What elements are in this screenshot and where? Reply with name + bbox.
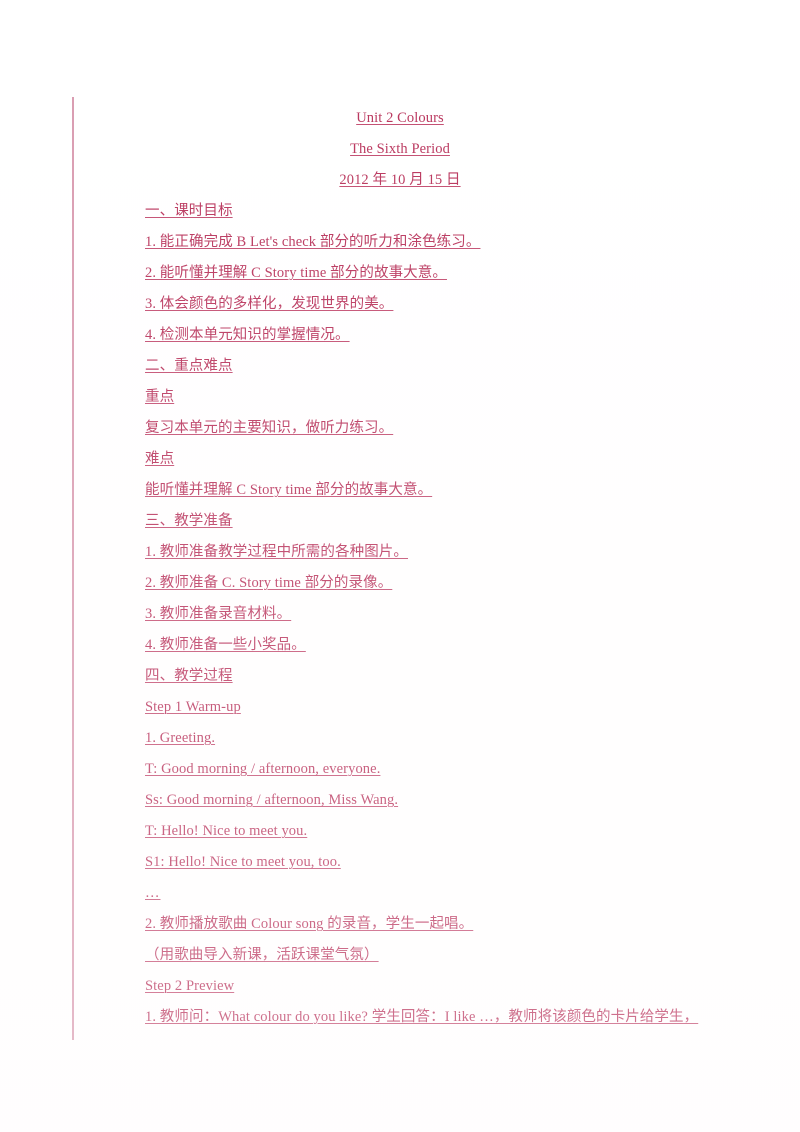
objective-item-2: 2. 能听懂并理解 C Story time 部分的故事大意。	[145, 258, 785, 289]
step-1-heading: Step 1 Warm-up	[145, 692, 785, 723]
preparation-item-1-text: 1. 教师准备教学过程中所需的各种图片。	[145, 544, 408, 560]
dialogue-students-greeting-text: Ss: Good morning / afternoon, Miss Wang.	[145, 792, 399, 808]
preparation-item-3: 3. 教师准备录音材料。	[145, 599, 785, 630]
dialogue-teacher-greeting-text: T: Good morning / afternoon, everyone.	[145, 761, 381, 777]
objective-item-4: 4. 检测本单元知识的掌握情况。	[145, 320, 785, 351]
key-point-body: 复习本单元的主要知识，做听力练习。	[145, 413, 785, 444]
objective-item-2-text: 2. 能听懂并理解 C Story time 部分的故事大意。	[145, 265, 447, 281]
preparation-item-1: 1. 教师准备教学过程中所需的各种图片。	[145, 537, 785, 568]
step-2-item-1-text: 1. 教师问：What colour do you like? 学生回答：I l…	[145, 1009, 699, 1025]
dialogue-student-nice-to-meet-text: S1: Hello! Nice to meet you, too.	[145, 854, 341, 870]
subheading-difficult-point: 难点	[145, 444, 785, 475]
step-1-note: （用歌曲导入新课，活跃课堂气氛）	[145, 940, 785, 971]
step-2-heading: Step 2 Preview	[145, 971, 785, 1002]
objective-item-3: 3. 体会颜色的多样化，发现世界的美。	[145, 289, 785, 320]
dialogue-teacher-nice-to-meet: T: Hello! Nice to meet you.	[145, 816, 785, 847]
dialogue-teacher-greeting: T: Good morning / afternoon, everyone.	[145, 754, 785, 785]
objective-item-1: 1. 能正确完成 B Let's check 部分的听力和涂色练习。	[145, 227, 785, 258]
section-heading-procedure: 四、教学过程	[145, 661, 785, 692]
subheading-difficult-point-text: 难点	[145, 451, 175, 467]
dialogue-continuation-ellipsis: …	[145, 878, 785, 909]
section-heading-procedure-text: 四、教学过程	[145, 668, 233, 684]
step-2-heading-text: Step 2 Preview	[145, 978, 235, 994]
difficult-point-body-text: 能听懂并理解 C Story time 部分的故事大意。	[145, 482, 433, 498]
difficult-point-body: 能听懂并理解 C Story time 部分的故事大意。	[145, 475, 785, 506]
dialogue-teacher-nice-to-meet-text: T: Hello! Nice to meet you.	[145, 823, 308, 839]
section-heading-objectives: 一、课时目标	[145, 196, 785, 227]
section-heading-preparation-text: 三、教学准备	[145, 513, 233, 529]
dialogue-continuation-ellipsis-text: …	[145, 885, 161, 901]
document-title-block: Unit 2 Colours The Sixth Period 2012 年 1…	[0, 103, 800, 196]
step-1-item-2-text: 2. 教师播放歌曲 Colour song 的录音，学生一起唱。	[145, 916, 474, 932]
document-title-date: 2012 年 10 月 15 日	[0, 165, 800, 196]
step-1-item-2: 2. 教师播放歌曲 Colour song 的录音，学生一起唱。	[145, 909, 785, 940]
objective-item-3-text: 3. 体会颜色的多样化，发现世界的美。	[145, 296, 394, 312]
preparation-item-3-text: 3. 教师准备录音材料。	[145, 606, 292, 622]
step-1-heading-text: Step 1 Warm-up	[145, 699, 241, 715]
subheading-key-point: 重点	[145, 382, 785, 413]
revision-change-bar	[72, 97, 74, 1040]
preparation-item-2-text: 2. 教师准备 C. Story time 部分的录像。	[145, 575, 393, 591]
preparation-item-4-text: 4. 教师准备一些小奖品。	[145, 637, 306, 653]
objective-item-1-text: 1. 能正确完成 B Let's check 部分的听力和涂色练习。	[145, 234, 481, 250]
document-title-unit: Unit 2 Colours	[0, 103, 800, 134]
document-page: Unit 2 Colours The Sixth Period 2012 年 1…	[0, 0, 800, 1132]
document-title-period: The Sixth Period	[0, 134, 800, 165]
section-heading-preparation: 三、教学准备	[145, 506, 785, 537]
section-heading-objectives-text: 一、课时目标	[145, 203, 233, 219]
document-content-block: 一、课时目标 1. 能正确完成 B Let's check 部分的听力和涂色练习…	[145, 196, 785, 1033]
subheading-key-point-text: 重点	[145, 389, 175, 405]
preparation-item-2: 2. 教师准备 C. Story time 部分的录像。	[145, 568, 785, 599]
objective-item-4-text: 4. 检测本单元知识的掌握情况。	[145, 327, 350, 343]
step-1-item-1-text: 1. Greeting.	[145, 730, 216, 746]
step-2-item-1: 1. 教师问：What colour do you like? 学生回答：I l…	[145, 1002, 785, 1033]
section-heading-key-points: 二、重点难点	[145, 351, 785, 382]
document-title-period-text: The Sixth Period	[350, 141, 450, 157]
dialogue-student-nice-to-meet: S1: Hello! Nice to meet you, too.	[145, 847, 785, 878]
section-heading-key-points-text: 二、重点难点	[145, 358, 233, 374]
document-title-unit-text: Unit 2 Colours	[356, 110, 444, 126]
key-point-body-text: 复习本单元的主要知识，做听力练习。	[145, 420, 394, 436]
step-1-item-1: 1. Greeting.	[145, 723, 785, 754]
document-title-date-text: 2012 年 10 月 15 日	[339, 172, 461, 188]
dialogue-students-greeting: Ss: Good morning / afternoon, Miss Wang.	[145, 785, 785, 816]
preparation-item-4: 4. 教师准备一些小奖品。	[145, 630, 785, 661]
step-1-note-text: （用歌曲导入新课，活跃课堂气氛）	[145, 947, 379, 963]
